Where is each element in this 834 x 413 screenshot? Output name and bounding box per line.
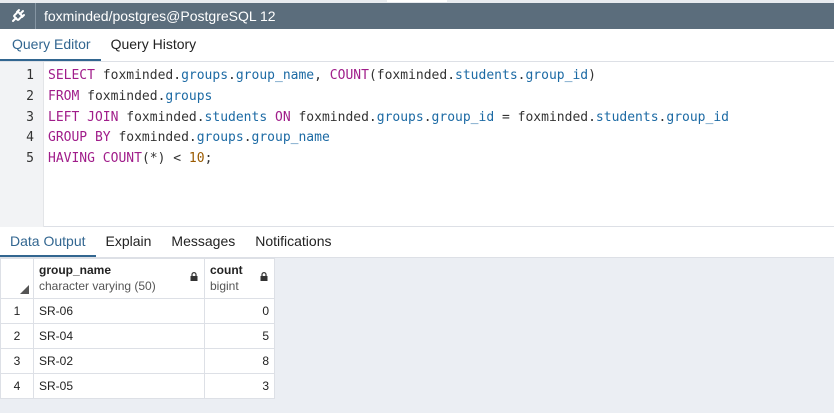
code-token: foxminded. [94,68,182,83]
column-type: bigint [210,279,239,293]
table-row[interactable]: 1 SR-06 0 [0,298,275,324]
code-token: students [204,109,268,125]
row-number[interactable]: 1 [0,298,34,324]
cell-group-name[interactable]: SR-04 [33,323,205,349]
code-token: ON [275,109,291,125]
cell-count[interactable]: 5 [204,323,275,349]
code-line: GROUP BY foxminded.groups.group_name [48,130,330,145]
top-notch [387,0,447,2]
title-bar: foxminded/postgres@PostgreSQL 12 [0,3,834,29]
code-token: (foxminded. [368,68,456,83]
table-row[interactable]: 4 SR-05 3 [0,373,275,399]
code-token: , [314,68,330,83]
code-line: FROM foxminded.groups [48,89,212,104]
tab-explain[interactable]: Explain [96,226,162,257]
tab-query-history[interactable]: Query History [101,28,207,61]
lock-icon [260,272,268,281]
code-token: ; [204,151,213,167]
column-header-group-name[interactable]: group_name character varying (50) [33,258,205,299]
code-token: group_name [251,130,330,146]
code-token: foxminded. [290,109,377,125]
line-number: 4 [26,130,34,146]
window-title: foxminded/postgres@PostgreSQL 12 [44,8,276,24]
code-token: HAVING [48,151,95,167]
code-token: (*) < [141,151,189,167]
tab-notifications[interactable]: Notifications [245,226,341,257]
code-token: foxminded. [110,130,197,146]
code-token: foxminded. [79,88,166,104]
code-line: SELECT foxminded.groups.group_name, COUN… [48,68,596,83]
connection-plug-icon[interactable] [0,3,36,29]
code-token: groups [181,68,229,83]
code-token: groups [165,88,213,104]
sql-editor[interactable]: 12345 SELECT foxminded.groups.group_name… [0,62,834,227]
code-token: GROUP BY [48,130,111,146]
select-all-triangle-icon [20,285,29,294]
cell-group-name[interactable]: SR-02 [33,348,205,374]
code-token: . [243,130,252,146]
code-token: COUNT [102,151,142,167]
cell-count[interactable]: 3 [204,373,275,399]
cell-count[interactable]: 8 [204,348,275,374]
code-token: COUNT [329,68,369,83]
code-token: = foxminded. [494,109,596,125]
code-token: SELECT [48,68,95,83]
code-token: groups [376,109,424,125]
row-number[interactable]: 4 [0,373,34,399]
select-all-corner[interactable] [0,258,34,299]
code-token: ) [588,68,596,83]
row-number[interactable]: 3 [0,348,34,374]
tab-data-output[interactable]: Data Output [0,226,96,257]
cell-count[interactable]: 0 [204,298,275,324]
results-grid: group_name character varying (50) count … [0,258,275,399]
code-token: group_id [525,68,589,83]
column-name: group_name [39,263,112,277]
lock-icon [190,272,198,281]
code-token: LEFT JOIN [48,109,119,125]
row-number[interactable]: 2 [0,323,34,349]
code-token: group_id [666,109,729,125]
code-token: students [455,68,518,83]
code-token: group_name [235,68,315,83]
editor-tab-bar: Query Editor Query History [0,29,834,62]
code-token: FROM [48,88,80,104]
line-number: 1 [26,68,34,83]
code-token: 10 [188,151,205,167]
tab-query-editor[interactable]: Query Editor [0,28,101,61]
line-number: 3 [26,109,34,125]
table-row[interactable]: 3 SR-02 8 [0,348,275,374]
code-token: . [228,68,236,83]
code-line: HAVING COUNT(*) < 10; [48,151,212,166]
code-token: students [595,109,659,125]
code-token: foxminded. [118,109,205,125]
code-token: group_id [431,109,495,125]
column-type: character varying (50) [39,279,156,293]
code-line: LEFT JOIN foxminded.students ON foxminde… [48,110,729,125]
line-number: 5 [26,151,34,167]
line-number: 2 [26,88,34,104]
output-tab-bar: Data Output Explain Messages Notificatio… [0,227,834,258]
results-area: group_name character varying (50) count … [0,258,834,413]
tab-messages[interactable]: Messages [161,226,245,257]
cell-group-name[interactable]: SR-05 [33,373,205,399]
table-row[interactable]: 2 SR-04 5 [0,323,275,349]
editor-gutter: 1 2 3 4 5 [0,62,44,227]
cell-group-name[interactable]: SR-06 [33,298,205,324]
code-token: groups [196,130,244,146]
code-token: . [423,109,432,125]
column-header-count[interactable]: count bigint [204,258,275,299]
